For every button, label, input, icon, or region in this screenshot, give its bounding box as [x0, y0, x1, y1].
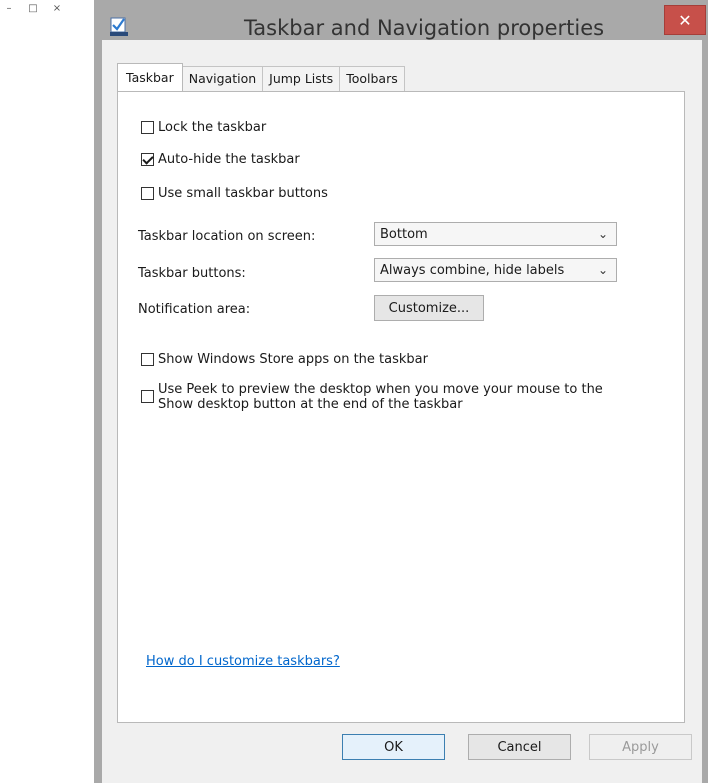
- tab-strip: Taskbar Navigation Jump Lists Toolbars: [117, 63, 405, 91]
- small-buttons-label: Use small taskbar buttons: [158, 186, 328, 201]
- close-icon[interactable]: ×: [52, 3, 62, 19]
- peek-label-line1: Use Peek to preview the desktop when you…: [158, 382, 603, 397]
- dialog-close-button[interactable]: ✕: [664, 5, 706, 35]
- peek-option[interactable]: Use Peek to preview the desktop when you…: [141, 382, 603, 412]
- chevron-down-icon: ⌄: [597, 263, 608, 277]
- peek-label: Use Peek to preview the desktop when you…: [158, 382, 603, 412]
- lock-taskbar-label: Lock the taskbar: [158, 120, 267, 135]
- location-label: Taskbar location on screen:: [138, 229, 316, 244]
- buttons-value: Always combine, hide labels: [380, 262, 565, 278]
- peek-checkbox[interactable]: [141, 390, 154, 403]
- tab-toolbars[interactable]: Toolbars: [339, 66, 405, 91]
- auto-hide-checkbox[interactable]: [141, 153, 154, 166]
- dialog-client-area: Taskbar Navigation Jump Lists Toolbars L…: [102, 40, 702, 783]
- buttons-select[interactable]: Always combine, hide labels ⌄: [374, 258, 617, 282]
- small-buttons-option[interactable]: Use small taskbar buttons: [141, 186, 328, 201]
- store-apps-label: Show Windows Store apps on the taskbar: [158, 352, 428, 367]
- cancel-button[interactable]: Cancel: [468, 734, 571, 760]
- tab-taskbar[interactable]: Taskbar: [117, 63, 183, 91]
- lock-taskbar-option[interactable]: Lock the taskbar: [141, 120, 266, 135]
- peek-label-line2: Show desktop button at the end of the ta…: [158, 397, 463, 412]
- minimize-icon[interactable]: –: [4, 3, 14, 19]
- notification-label: Notification area:: [138, 302, 251, 317]
- taskbar-properties-icon: [110, 17, 128, 36]
- taskbar-tab-panel: Lock the taskbar Auto-hide the taskbar U…: [117, 91, 685, 723]
- location-select[interactable]: Bottom ⌄: [374, 222, 617, 246]
- store-apps-checkbox[interactable]: [141, 353, 154, 366]
- close-icon: ✕: [678, 10, 692, 30]
- tab-navigation[interactable]: Navigation: [181, 66, 264, 91]
- apply-button[interactable]: Apply: [589, 734, 692, 760]
- location-value: Bottom: [380, 226, 428, 242]
- store-apps-option[interactable]: Show Windows Store apps on the taskbar: [141, 352, 428, 367]
- customize-button[interactable]: Customize...: [374, 295, 484, 321]
- chevron-down-icon: ⌄: [597, 227, 608, 241]
- outer-window-controls: – □ ×: [4, 3, 62, 19]
- dialog-title: Taskbar and Navigation properties: [243, 16, 605, 40]
- tab-jump-lists[interactable]: Jump Lists: [262, 66, 341, 91]
- auto-hide-label: Auto-hide the taskbar: [158, 152, 300, 167]
- properties-dialog: Taskbar and Navigation properties ✕ Task…: [94, 0, 708, 783]
- small-buttons-checkbox[interactable]: [141, 187, 154, 200]
- help-link[interactable]: How do I customize taskbars?: [146, 654, 340, 669]
- ok-button[interactable]: OK: [342, 734, 445, 760]
- maximize-icon[interactable]: □: [28, 3, 38, 19]
- auto-hide-option[interactable]: Auto-hide the taskbar: [141, 152, 300, 167]
- buttons-label: Taskbar buttons:: [138, 266, 246, 281]
- lock-taskbar-checkbox[interactable]: [141, 121, 154, 134]
